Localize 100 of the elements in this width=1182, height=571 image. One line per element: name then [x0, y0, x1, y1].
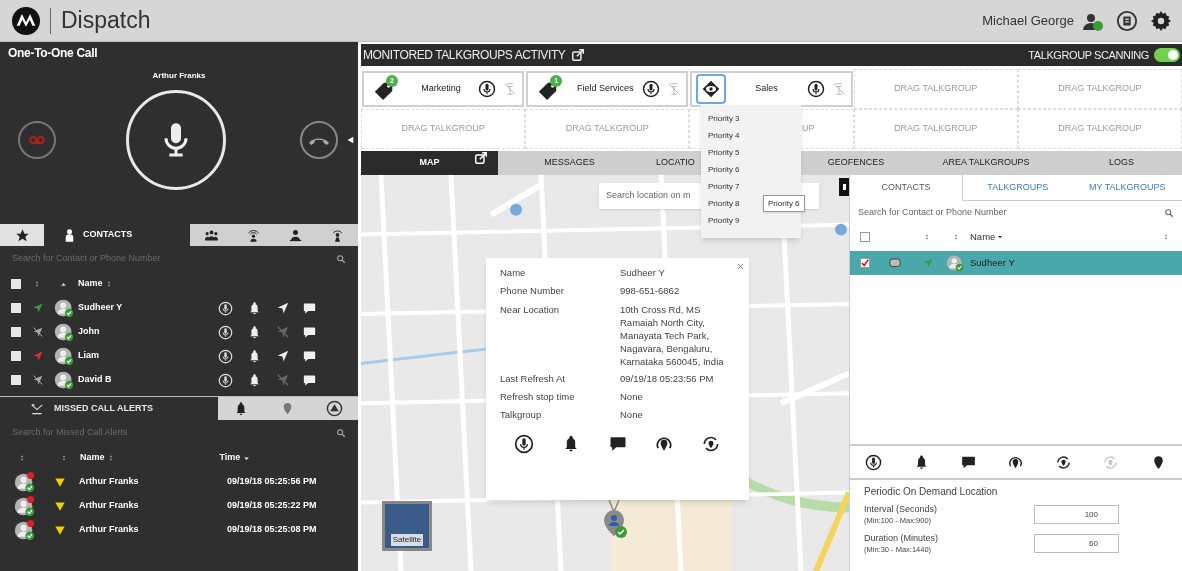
talkgroup-name: Marketing	[420, 82, 462, 96]
sort-icon[interactable]	[60, 454, 68, 462]
contact-name[interactable]: Sudheer Y	[78, 301, 198, 315]
menu-item[interactable]: Priority 3	[701, 110, 801, 127]
call-time: 09/19/18 05:25:22 PM	[227, 499, 317, 513]
column-header[interactable]: Name	[78, 277, 103, 291]
field-label: Last Refresh At	[500, 371, 566, 386]
contacts-tab[interactable]: CONTACTS	[44, 224, 190, 246]
close-icon[interactable]	[736, 262, 745, 271]
talkgroup-tile[interactable]: Sales	[690, 71, 853, 107]
search-icon[interactable]	[336, 254, 346, 264]
number-field[interactable]: 60	[1034, 534, 1119, 553]
caller-name: Arthur Franks	[79, 523, 140, 537]
broadcast-icon	[245, 227, 261, 243]
checkbox[interactable]	[860, 232, 870, 242]
contacts-tab[interactable]	[0, 224, 44, 246]
satellite-button[interactable]: Satellite	[382, 501, 432, 551]
checkbox[interactable]	[860, 258, 870, 268]
location-arrow-icon[interactable]	[276, 349, 290, 363]
column-header[interactable]: Name	[80, 451, 105, 465]
talkgroup-name: Field Services	[576, 82, 635, 96]
sort-icon[interactable]	[18, 454, 26, 462]
scanning-toggle[interactable]	[1154, 48, 1180, 62]
talkgroup-name: Sales	[754, 82, 779, 96]
field-label: Phone Number	[500, 284, 565, 299]
hang-up-button[interactable]	[300, 121, 338, 159]
avatar-icon	[14, 519, 35, 541]
team-icon	[287, 227, 303, 243]
sort-icon[interactable]	[923, 233, 931, 241]
avatar-icon	[54, 322, 74, 342]
settings-icon[interactable]	[1150, 9, 1172, 32]
sort-icon[interactable]	[33, 280, 41, 288]
app-title: Dispatch	[61, 6, 151, 36]
microphone-icon[interactable]	[514, 434, 534, 455]
microphone-icon[interactable]	[806, 80, 825, 98]
checkbox[interactable]	[11, 279, 21, 289]
panel-tab[interactable]: CONTACTS	[850, 175, 963, 201]
view-tab[interactable]: MESSAGES	[498, 151, 641, 175]
search-icon[interactable]	[336, 428, 346, 438]
radio-icon[interactable]	[1116, 9, 1138, 32]
call-time: 09/19/18 05:25:56 PM	[227, 475, 317, 489]
pop-out-icon[interactable]	[474, 151, 488, 165]
field-label: Interval (Seconds)	[864, 503, 939, 515]
caret-icon[interactable]	[996, 233, 1005, 241]
search-field[interactable]: Search for Contact or Phone Number	[850, 201, 1182, 225]
panel-toggle-button[interactable]	[839, 178, 849, 196]
sort-icon[interactable]	[952, 233, 960, 241]
contact-row[interactable]: Sudheer Y	[850, 251, 1182, 275]
view-tab[interactable]: GEOFENCES	[801, 151, 911, 175]
location-refresh-icon[interactable]	[1054, 453, 1072, 471]
column-header[interactable]: Name	[970, 229, 996, 245]
view-tab[interactable]: AREA TALKGROUPS	[911, 151, 1061, 175]
avatar-icon	[14, 495, 35, 517]
view-tab[interactable]: LOGS	[1061, 151, 1182, 175]
number-field[interactable]: 100	[1034, 505, 1119, 524]
search-icon[interactable]	[1164, 208, 1174, 218]
contact-name[interactable]: Liam	[78, 349, 198, 363]
field-value: 10th Cross Rd, MS Ramaiah North City, Manayata Tech Park, Nagavara, Bengaluru, Karnataka 560045, India	[620, 302, 725, 368]
panel-tab[interactable]: MY TALKGROUPS	[1072, 175, 1182, 201]
menu-item[interactable]: Priority 7	[701, 178, 801, 195]
contact-name[interactable]: Sudheer Y	[970, 255, 1015, 271]
avatar-icon	[946, 254, 964, 272]
checkbox[interactable]	[11, 351, 21, 361]
contact-name[interactable]: David B	[78, 373, 198, 387]
contact-name[interactable]: John	[78, 325, 198, 339]
avatar-icon	[54, 298, 74, 318]
microphone-icon[interactable]	[642, 80, 661, 98]
field-value: None	[620, 408, 644, 422]
menu-item[interactable]: Priority 9	[701, 212, 801, 229]
microphone-icon[interactable]	[478, 80, 497, 98]
view-tab[interactable]: MAP	[361, 151, 498, 175]
panel-tab[interactable]: TALKGROUPS	[963, 175, 1073, 201]
checkbox[interactable]	[11, 375, 21, 385]
avatar-icon	[54, 370, 74, 390]
field-value: None	[620, 389, 644, 404]
section-title: Periodic On Demand Location	[864, 485, 999, 499]
checkbox[interactable]	[11, 303, 21, 313]
field-label: Refresh stop time	[500, 389, 576, 404]
field-value: Sudheer Y	[620, 266, 666, 280]
user-name: Michael George	[982, 11, 1074, 30]
emergency-icon[interactable]	[325, 400, 343, 417]
menu-item[interactable]: Priority 6	[701, 161, 801, 178]
voicemail-button[interactable]	[18, 121, 56, 159]
menu-item[interactable]: Priority 4	[701, 127, 801, 144]
field-label: Near Location	[500, 302, 561, 317]
toggle-label: TALKGROUP SCANNING	[1028, 47, 1149, 63]
column-header[interactable]: Time	[219, 451, 241, 465]
call-time: 09/19/18 05:25:08 PM	[227, 523, 317, 537]
location-off-icon	[276, 325, 290, 339]
checkbox[interactable]	[11, 327, 21, 337]
microphone-icon[interactable]	[865, 453, 883, 471]
field-label: Duration (Minutes)	[864, 532, 940, 544]
menu-item[interactable]: Priority 5	[701, 144, 801, 161]
location-arrow-icon[interactable]	[276, 301, 290, 315]
star-icon	[14, 227, 30, 243]
sort-icon[interactable]	[1162, 233, 1170, 241]
watch-toggle[interactable]	[696, 74, 727, 104]
logo	[12, 6, 40, 35]
pop-out-icon[interactable]	[571, 48, 586, 62]
push-to-talk-button[interactable]	[126, 90, 226, 190]
